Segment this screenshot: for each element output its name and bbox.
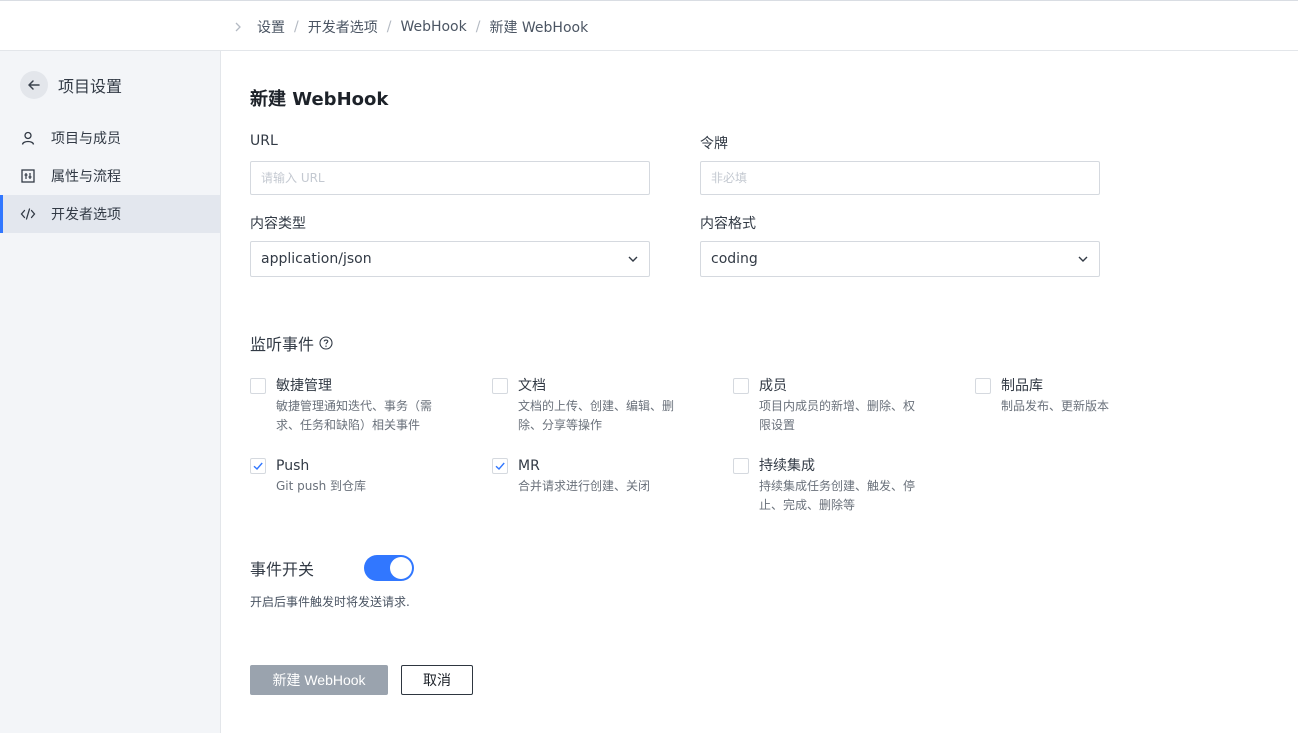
sidebar-header: 项目设置 (20, 71, 122, 99)
event-desc: 持续集成任务创建、触发、停止、完成、删除等 (759, 479, 916, 512)
event-switch-desc: 开启后事件触发时将发送请求. (250, 595, 410, 609)
content-format-value: coding (711, 251, 758, 267)
event-desc: 敏捷管理通知迭代、事务（需求、任务和缺陷）相关事件 (276, 399, 433, 432)
sidebar-item-project-members[interactable]: 项目与成员 (0, 119, 220, 157)
event-checkbox[interactable] (975, 378, 991, 394)
event-checkbox[interactable] (250, 378, 266, 394)
page-title: 新建 WebHook (250, 89, 389, 110)
breadcrumb-settings[interactable]: 设置 (257, 17, 285, 37)
help-icon[interactable] (319, 336, 333, 350)
event-desc: 文档的上传、创建、编辑、删除、分享等操作 (518, 399, 675, 432)
event-checkbox[interactable] (250, 458, 266, 474)
event-push: Push Git push 到仓库 (250, 457, 450, 496)
event-checkbox[interactable] (733, 458, 749, 474)
breadcrumb-separator: / (386, 19, 392, 35)
back-button[interactable] (20, 71, 48, 99)
sidebar-item-developer-options[interactable]: 开发者选项 (0, 195, 220, 233)
event-checkbox[interactable] (492, 378, 508, 394)
event-checkbox[interactable] (733, 378, 749, 394)
token-input[interactable] (700, 161, 1100, 195)
sidebar-nav: 项目与成员 属性与流程 开发者选项 (0, 119, 220, 233)
sidebar-item-attributes-flow[interactable]: 属性与流程 (0, 157, 220, 195)
chevron-down-icon (628, 256, 638, 262)
chevron-right-icon (235, 22, 241, 32)
sidebar-title: 项目设置 (58, 77, 123, 96)
event-desc: 项目内成员的新增、删除、权限设置 (759, 399, 916, 432)
events-section-title: 监听事件 (250, 331, 333, 355)
event-name: 敏捷管理 (276, 378, 332, 394)
breadcrumb-current: 新建 WebHook (489, 20, 589, 36)
event-name: Push (276, 458, 310, 474)
content-type-label: 内容类型 (250, 216, 306, 232)
event-docs: 文档 文档的上传、创建、编辑、删除、分享等操作 (492, 377, 692, 435)
content-format-label: 内容格式 (700, 216, 756, 232)
event-agile: 敏捷管理 敏捷管理通知迭代、事务（需求、任务和缺陷）相关事件 (250, 377, 450, 435)
check-icon (253, 462, 263, 471)
top-bar: 设置 / 开发者选项 / WebHook / 新建 WebHook (0, 0, 1298, 51)
flow-icon (20, 168, 36, 184)
breadcrumb-separator: / (475, 19, 481, 35)
event-name: 制品库 (1001, 378, 1043, 394)
sidebar-item-label: 属性与流程 (51, 169, 121, 185)
chevron-down-icon (1078, 256, 1088, 262)
sidebar-item-label: 开发者选项 (51, 207, 121, 223)
event-members: 成员 项目内成员的新增、删除、权限设置 (733, 377, 933, 435)
url-input[interactable] (250, 161, 650, 195)
cancel-button[interactable]: 取消 (401, 665, 473, 695)
toggle-knob (390, 557, 412, 579)
code-icon (20, 206, 36, 222)
content-format-select[interactable]: coding (700, 241, 1100, 277)
content-type-value: application/json (261, 251, 372, 267)
event-name: 成员 (759, 378, 787, 394)
sidebar-item-label: 项目与成员 (51, 131, 121, 147)
event-toggle-switch[interactable] (364, 555, 414, 581)
breadcrumb-separator: / (294, 19, 299, 35)
breadcrumb-developer-options[interactable]: 开发者选项 (308, 17, 378, 37)
event-switch-label: 事件开关 (250, 560, 315, 579)
event-desc: Git push 到仓库 (276, 479, 367, 493)
url-label: URL (250, 133, 278, 149)
event-mr: MR 合并请求进行创建、关闭 (492, 457, 692, 496)
event-desc: 合并请求进行创建、关闭 (518, 479, 651, 493)
breadcrumb: 设置 / 开发者选项 / WebHook / 新建 WebHook (232, 17, 588, 37)
event-ci: 持续集成 持续集成任务创建、触发、停止、完成、删除等 (733, 457, 933, 515)
event-checkbox[interactable] (492, 458, 508, 474)
event-artifacts: 制品库 制品发布、更新版本 (975, 377, 1175, 416)
event-name: 持续集成 (759, 458, 815, 474)
events-title: 监听事件 (250, 335, 315, 354)
event-name: 文档 (518, 378, 546, 394)
check-icon (495, 462, 505, 471)
create-webhook-button[interactable]: 新建 WebHook (250, 665, 388, 695)
arrow-left-icon (28, 80, 40, 90)
user-icon (20, 130, 36, 146)
content-type-select[interactable]: application/json (250, 241, 650, 277)
sidebar: 项目设置 项目与成员 属性与流程 开发者选项 (0, 51, 221, 733)
breadcrumb-webhook[interactable]: WebHook (400, 19, 466, 35)
token-label: 令牌 (700, 136, 728, 152)
event-name: MR (518, 458, 540, 474)
event-desc: 制品发布、更新版本 (1001, 399, 1110, 413)
